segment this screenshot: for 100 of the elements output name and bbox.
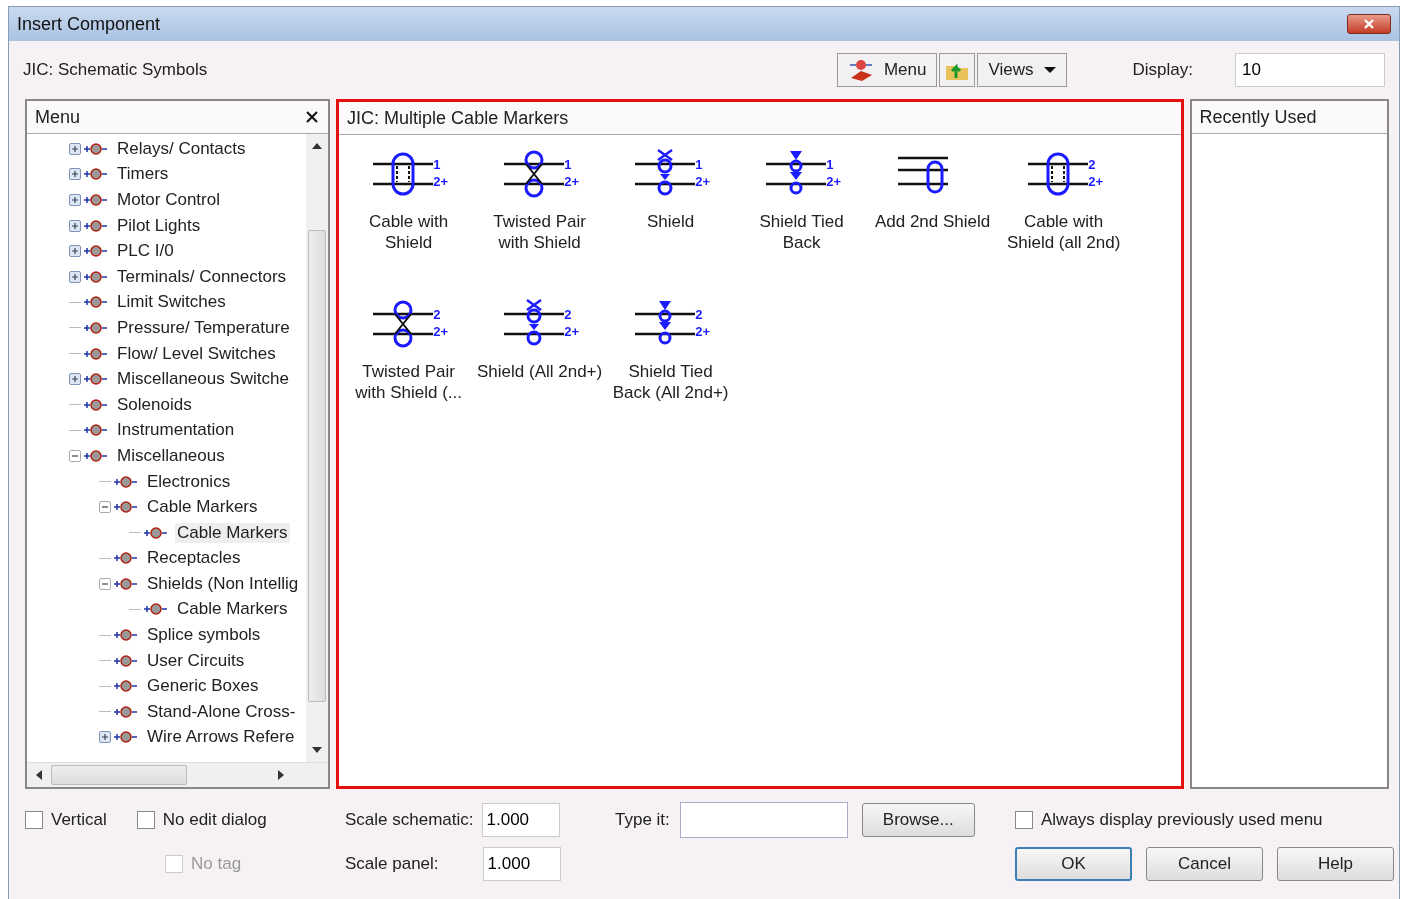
tree-item[interactable]: Splice symbols [145, 625, 263, 646]
component-icon [83, 217, 109, 234]
close-button[interactable] [1347, 14, 1391, 34]
component-icon [83, 192, 109, 208]
collapse-toggle[interactable] [69, 449, 81, 462]
tree-item[interactable]: Cable Markers [145, 497, 260, 518]
marker-number: 2 [564, 306, 573, 323]
component-icon [113, 703, 139, 720]
plus-icon [70, 220, 80, 231]
tree-item[interactable]: User Circuits [145, 650, 247, 671]
tree-item[interactable]: PLC I/0 [115, 241, 176, 262]
field-label: Scale panel: [345, 854, 439, 874]
collapse-toggle[interactable] [99, 577, 111, 590]
component-icon [83, 319, 109, 336]
tree-item[interactable]: Limit Switches [115, 292, 228, 313]
tree-item[interactable]: Shields (Non Intellig [145, 573, 301, 594]
expand-toggle[interactable] [69, 168, 81, 181]
vertical-scrollbar[interactable] [306, 134, 329, 762]
tree-item[interactable]: Pressure/ Temperature [115, 317, 292, 338]
component-icon [113, 550, 139, 567]
scroll-thumb[interactable] [51, 765, 187, 785]
panel-title: Recently Used [1199, 106, 1317, 128]
marker-number: 1 [564, 156, 573, 173]
symbol-label[interactable]: Shield Tied Back [738, 211, 865, 253]
checkbox[interactable] [1015, 811, 1033, 829]
tree-item[interactable]: Pilot Lights [115, 215, 203, 236]
tree-item[interactable]: Miscellaneous Switche [115, 369, 291, 390]
folder-up-button[interactable] [939, 53, 976, 87]
ok-button[interactable]: OK [1015, 847, 1132, 881]
component-icon [143, 601, 169, 618]
tree-item[interactable]: Solenoids [115, 394, 194, 415]
component-icon [83, 396, 109, 413]
marker-number: 1 [695, 156, 704, 173]
tree-item[interactable]: Flow/ Level Switches [115, 343, 278, 364]
expand-toggle[interactable] [69, 219, 81, 232]
tree-item[interactable]: Cable Markers [175, 522, 290, 543]
component-icon [83, 166, 109, 183]
component-icon [83, 422, 109, 439]
symbol-label[interactable]: Shield Tied Back (All 2nd+) [607, 361, 734, 403]
tree-item[interactable]: Motor Control [115, 190, 222, 210]
horizontal-scrollbar[interactable] [27, 762, 329, 787]
tree-item[interactable]: Cable Markers [175, 599, 290, 620]
symbol-label[interactable]: Cable with Shield [345, 211, 472, 253]
checkbox-label: No edit dialog [162, 810, 267, 830]
expand-toggle[interactable] [69, 373, 81, 386]
marker-number: 2+ [564, 323, 579, 340]
scroll-down-icon[interactable] [312, 746, 323, 754]
expand-toggle[interactable] [99, 731, 111, 744]
marker-number: 2+ [695, 173, 710, 190]
scroll-up-icon[interactable] [312, 142, 323, 150]
display-field[interactable]: 10 [1235, 53, 1385, 87]
tree-item[interactable]: Terminals/ Connectors [115, 266, 289, 287]
expand-toggle[interactable] [69, 194, 81, 206]
panel-title: JIC: Multiple Cable Markers [347, 107, 569, 129]
expand-toggle[interactable] [69, 142, 81, 155]
symbol-label[interactable]: Add 2nd Shield [874, 211, 991, 232]
panel-title: Menu [35, 106, 81, 128]
close-button[interactable] [304, 109, 321, 125]
tree-item[interactable]: Miscellaneous [115, 445, 227, 466]
tree-item[interactable]: Receptacles [145, 548, 243, 569]
checkbox-label: No tag [191, 854, 242, 874]
symbol-label[interactable]: Cable with Shield (all 2nd) [1000, 211, 1127, 253]
marker-number: 2 [695, 306, 704, 323]
marker-number: 2+ [564, 173, 579, 190]
checkbox[interactable] [136, 811, 155, 829]
scale-field[interactable]: 1.000 [481, 803, 560, 837]
tree-item[interactable]: Wire Arrows Refere [145, 727, 297, 748]
expand-toggle[interactable] [69, 270, 81, 283]
symbol-label[interactable]: Twisted Pair with Shield (... [345, 361, 472, 403]
symbol-label[interactable]: Twisted Pair with Shield [476, 211, 603, 253]
component-icon [113, 473, 139, 490]
help-button[interactable]: Help [1277, 847, 1394, 881]
window-title: Insert Component [17, 13, 161, 35]
views-button[interactable]: Views [977, 53, 1067, 87]
component-icon [113, 575, 139, 592]
marker-number: 2+ [1088, 173, 1103, 190]
plus-icon [70, 195, 80, 205]
scroll-thumb[interactable] [308, 230, 327, 702]
marker-number: 2 [1088, 156, 1097, 173]
checkbox[interactable] [25, 811, 43, 829]
scale-field[interactable]: 1.000 [482, 847, 561, 881]
plus-icon [70, 271, 80, 282]
tree-item[interactable]: Timers [115, 164, 171, 185]
scroll-right-icon[interactable] [277, 770, 285, 780]
cancel-button[interactable]: Cancel [1146, 847, 1263, 881]
browse-button[interactable]: Browse... [861, 803, 975, 837]
plus-icon [70, 143, 80, 154]
expand-toggle[interactable] [69, 245, 81, 258]
tree-item[interactable]: Stand-Alone Cross- [145, 701, 298, 722]
type-field[interactable] [679, 802, 848, 838]
tree-item[interactable]: Electronics [145, 471, 233, 492]
tree-item[interactable]: Generic Boxes [145, 676, 261, 697]
symbol-label[interactable]: Shield (All 2nd+) [477, 361, 603, 382]
tree-item[interactable]: Relays/ Contacts [115, 138, 248, 159]
scroll-left-icon[interactable] [35, 770, 43, 780]
symbol-label[interactable]: Shield [646, 211, 695, 232]
collapse-toggle[interactable] [99, 501, 111, 514]
tree-item[interactable]: Instrumentation [115, 420, 237, 441]
menu-button[interactable]: Menu [836, 53, 938, 87]
marker-number: 2+ [695, 323, 710, 340]
